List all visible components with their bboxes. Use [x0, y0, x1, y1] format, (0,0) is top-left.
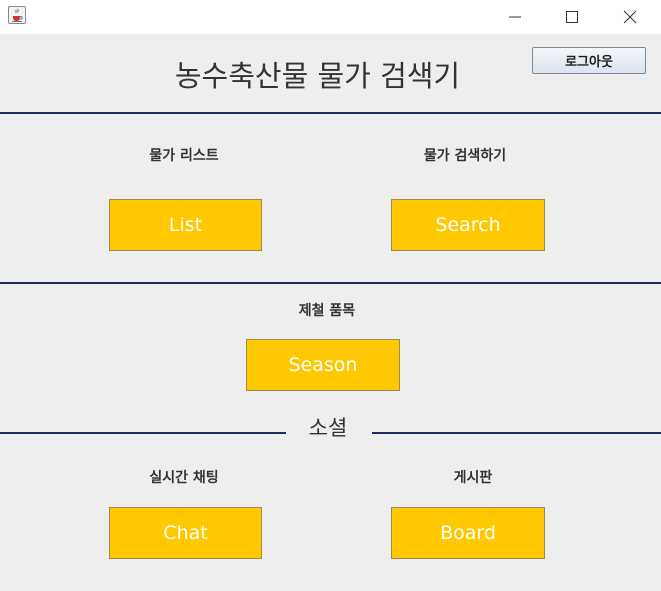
social-label: 소셜: [308, 416, 348, 440]
header-divider: [0, 112, 661, 114]
price-search-label: 물가 검색하기: [423, 148, 507, 164]
season-button[interactable]: Season: [246, 339, 400, 391]
maximize-button[interactable]: [543, 0, 601, 34]
social-divider-left: [0, 432, 286, 434]
minimize-icon: [509, 16, 521, 18]
price-list-label: 물가 리스트: [149, 148, 219, 164]
search-button[interactable]: Search: [391, 199, 545, 251]
chat-label: 실시간 채팅: [149, 470, 219, 486]
list-button[interactable]: List: [109, 199, 262, 251]
page-title: 농수축산물 물가 검색기: [174, 59, 461, 93]
maximize-icon: [566, 11, 578, 23]
social-divider-right: [372, 432, 661, 434]
window-titlebar: [0, 0, 661, 34]
section-divider: [0, 282, 661, 284]
close-button[interactable]: [601, 0, 659, 34]
java-cup-icon: [8, 6, 26, 24]
board-button[interactable]: Board: [391, 507, 545, 559]
chat-button[interactable]: Chat: [109, 507, 262, 559]
minimize-button[interactable]: [486, 0, 544, 34]
close-icon: [623, 10, 637, 24]
board-label: 게시판: [453, 470, 493, 486]
seasonal-label: 제철 품목: [298, 303, 356, 319]
